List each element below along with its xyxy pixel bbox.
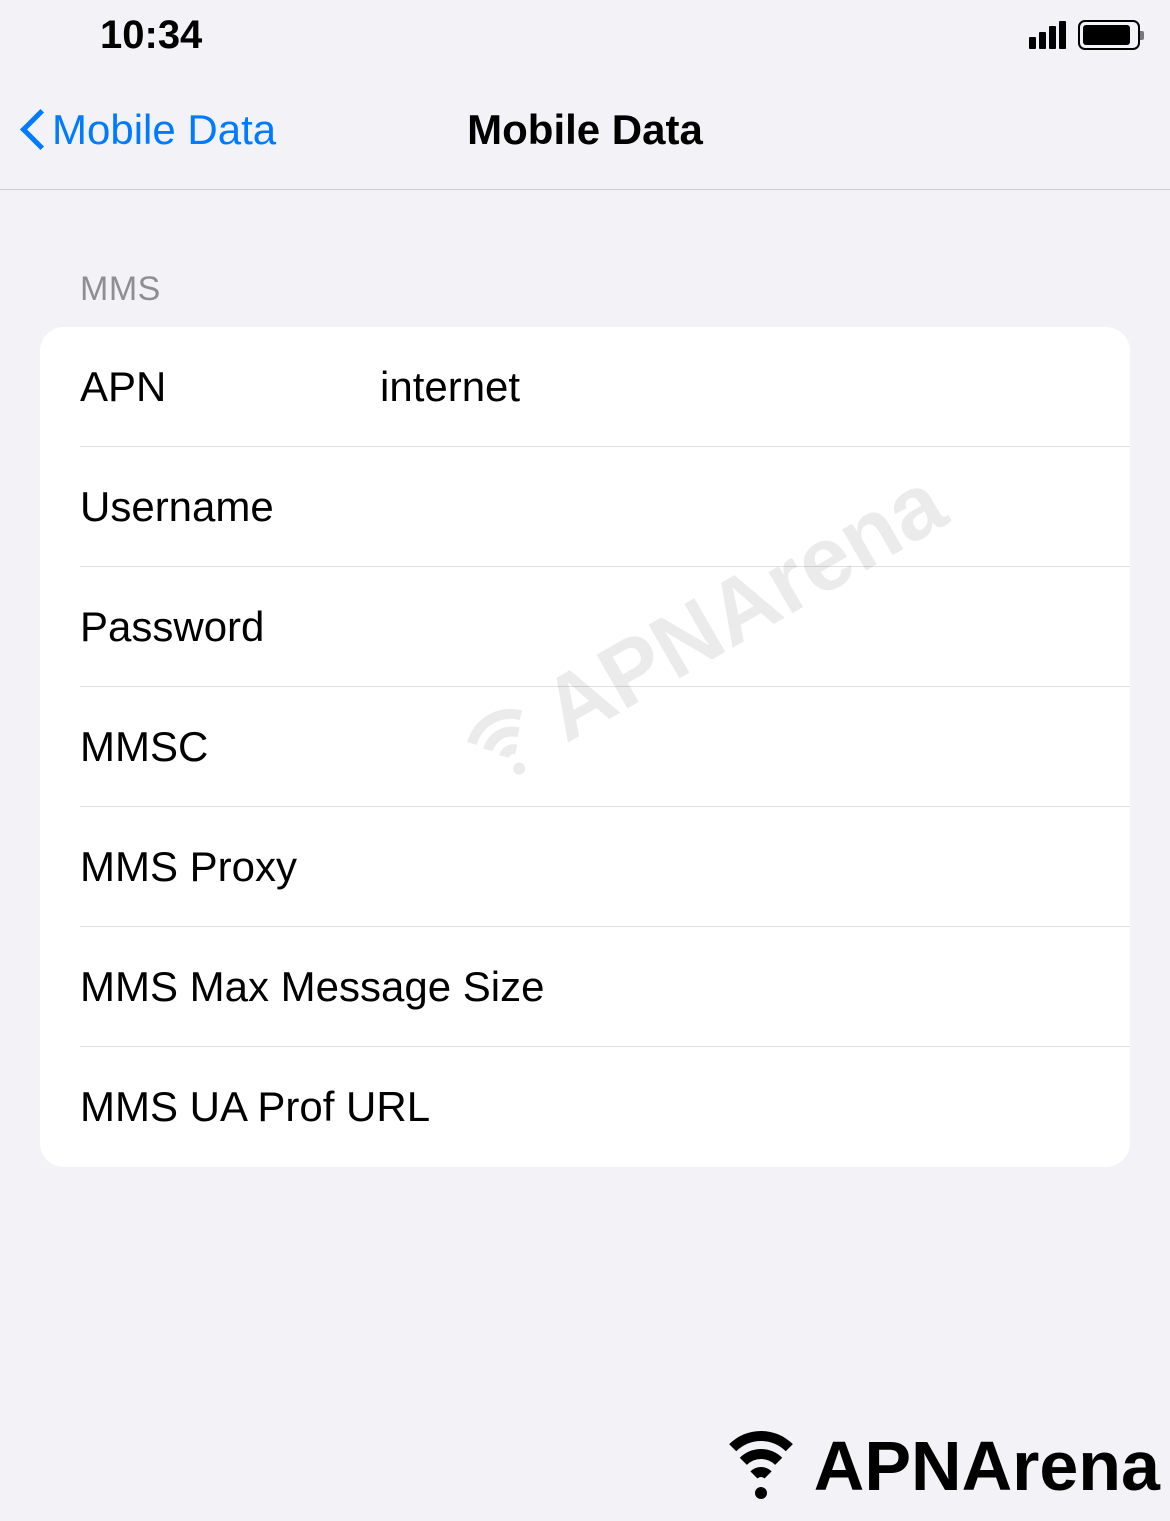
status-indicators [1029, 20, 1140, 50]
label-username: Username [80, 483, 380, 531]
row-mms-proxy[interactable]: MMS Proxy [40, 807, 1130, 927]
label-mms-proxy: MMS Proxy [80, 843, 380, 891]
input-mms-max[interactable] [544, 963, 1090, 1011]
row-mms-ua[interactable]: MMS UA Prof URL [40, 1047, 1130, 1167]
section-header-mms: MMS [80, 270, 1130, 309]
row-password[interactable]: Password [40, 567, 1130, 687]
input-mms-ua[interactable] [430, 1083, 1090, 1131]
settings-group-mms: APN Username Password MMSC MMS Proxy MMS… [40, 327, 1130, 1167]
watermark-bottom: APNArena [716, 1426, 1160, 1506]
row-mmsc[interactable]: MMSC [40, 687, 1130, 807]
row-mms-max[interactable]: MMS Max Message Size [40, 927, 1130, 1047]
input-mmsc[interactable] [380, 723, 1090, 771]
navigation-bar: Mobile Data Mobile Data [0, 70, 1170, 190]
status-bar: 10:34 [0, 0, 1170, 70]
row-username[interactable]: Username [40, 447, 1130, 567]
cellular-signal-icon [1029, 21, 1066, 49]
page-title: Mobile Data [467, 106, 703, 154]
label-mmsc: MMSC [80, 723, 380, 771]
back-button[interactable]: Mobile Data [0, 106, 276, 154]
watermark-text: APNArena [814, 1426, 1160, 1506]
row-apn[interactable]: APN [40, 327, 1130, 447]
wifi-icon [716, 1431, 806, 1501]
input-password[interactable] [380, 603, 1090, 651]
battery-icon [1078, 20, 1140, 50]
label-apn: APN [80, 363, 380, 411]
back-button-label: Mobile Data [52, 106, 276, 154]
content-area: MMS APN Username Password MMSC MMS Proxy… [0, 190, 1170, 1167]
label-mms-max: MMS Max Message Size [80, 963, 544, 1011]
status-time: 10:34 [100, 13, 202, 58]
input-mms-proxy[interactable] [380, 843, 1090, 891]
label-mms-ua: MMS UA Prof URL [80, 1083, 430, 1131]
label-password: Password [80, 603, 380, 651]
input-apn[interactable] [380, 363, 1090, 411]
input-username[interactable] [380, 483, 1090, 531]
chevron-left-icon [20, 110, 44, 150]
